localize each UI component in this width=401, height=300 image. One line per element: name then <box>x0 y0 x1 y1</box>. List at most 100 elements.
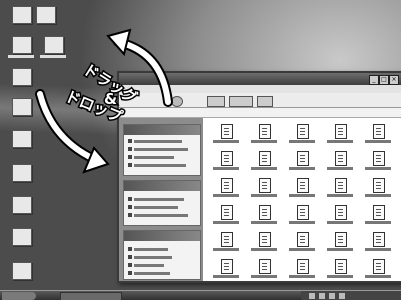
file-item[interactable] <box>287 178 317 206</box>
task-link[interactable] <box>134 148 188 151</box>
toolbar-button[interactable] <box>207 96 225 107</box>
file-item[interactable] <box>287 151 317 179</box>
task-panel-header[interactable] <box>124 231 200 241</box>
document-icon <box>259 232 271 247</box>
desktop-icon[interactable] <box>36 6 56 24</box>
task-icon <box>128 163 132 167</box>
file-item[interactable] <box>211 124 241 152</box>
file-item[interactable] <box>249 205 279 233</box>
close-button[interactable]: × <box>389 75 399 85</box>
tray-icon[interactable] <box>329 293 335 299</box>
desktop-icon[interactable] <box>44 36 64 54</box>
tray-icon[interactable] <box>309 293 315 299</box>
toolbar-button[interactable] <box>229 96 253 107</box>
tray-icon[interactable] <box>319 293 325 299</box>
document-icon <box>221 124 233 139</box>
document-icon <box>221 151 233 166</box>
task-link[interactable] <box>134 214 188 217</box>
file-label <box>251 194 277 197</box>
task-link[interactable] <box>134 198 184 201</box>
task-panel-header[interactable] <box>124 181 200 191</box>
file-item[interactable] <box>211 259 241 281</box>
file-item[interactable] <box>211 232 241 260</box>
task-link[interactable] <box>134 140 182 143</box>
minimize-button[interactable]: _ <box>369 75 379 85</box>
file-item[interactable] <box>363 205 393 233</box>
task-link[interactable] <box>134 256 172 259</box>
file-label <box>365 248 391 251</box>
desktop-icon[interactable] <box>12 228 32 246</box>
task-panel <box>123 180 201 226</box>
file-label <box>213 140 239 143</box>
file-item[interactable] <box>287 259 317 281</box>
file-item[interactable] <box>287 124 317 152</box>
desktop-icon-label <box>8 55 34 58</box>
file-item[interactable] <box>249 124 279 152</box>
desktop-icon[interactable] <box>12 36 32 54</box>
file-item[interactable] <box>211 205 241 233</box>
task-link[interactable] <box>134 264 164 267</box>
window-titlebar[interactable]: _ □ × <box>119 73 401 85</box>
maximize-button[interactable]: □ <box>379 75 389 85</box>
address-bar[interactable] <box>119 108 401 118</box>
document-icon <box>335 151 347 166</box>
explorer-window[interactable]: _ □ × <box>117 71 401 283</box>
file-item[interactable] <box>325 259 355 281</box>
file-item[interactable] <box>325 205 355 233</box>
file-item[interactable] <box>363 178 393 206</box>
desktop-icon[interactable] <box>12 6 32 24</box>
desktop-icon[interactable] <box>12 68 32 86</box>
document-icon <box>373 232 385 247</box>
file-item[interactable] <box>363 151 393 179</box>
document-icon <box>221 232 233 247</box>
tray-icon[interactable] <box>339 293 345 299</box>
file-item[interactable] <box>325 151 355 179</box>
task-icon <box>128 205 132 209</box>
back-button[interactable] <box>171 96 183 107</box>
file-item[interactable] <box>211 178 241 206</box>
file-item[interactable] <box>325 178 355 206</box>
taskbar-window-button[interactable] <box>60 292 122 300</box>
task-link[interactable] <box>134 206 178 209</box>
desktop-icon[interactable] <box>12 164 32 182</box>
desktop-icon[interactable] <box>12 196 32 214</box>
desktop-icon[interactable] <box>12 130 32 148</box>
document-icon <box>297 205 309 220</box>
file-item[interactable] <box>363 259 393 281</box>
task-link[interactable] <box>134 164 186 167</box>
toolbar-button[interactable] <box>257 96 273 107</box>
file-item[interactable] <box>249 232 279 260</box>
document-icon <box>297 178 309 193</box>
task-link[interactable] <box>134 156 174 159</box>
file-item[interactable] <box>249 151 279 179</box>
file-label <box>251 221 277 224</box>
document-icon <box>259 259 271 274</box>
document-icon <box>221 259 233 274</box>
desktop-icon[interactable] <box>12 98 32 116</box>
file-item[interactable] <box>249 178 279 206</box>
file-item[interactable] <box>363 232 393 260</box>
document-icon <box>335 259 347 274</box>
task-icon <box>128 255 132 259</box>
task-link[interactable] <box>134 248 168 251</box>
file-label <box>289 194 315 197</box>
file-item[interactable] <box>325 124 355 152</box>
file-item[interactable] <box>249 259 279 281</box>
file-item[interactable] <box>325 232 355 260</box>
task-icon <box>128 139 132 143</box>
file-label <box>213 248 239 251</box>
menu-bar[interactable] <box>119 85 401 93</box>
file-item[interactable] <box>287 205 317 233</box>
start-button[interactable] <box>2 292 36 300</box>
task-link[interactable] <box>134 272 170 275</box>
file-item[interactable] <box>363 124 393 152</box>
desktop-icon[interactable] <box>12 262 32 280</box>
file-label <box>213 221 239 224</box>
task-panel <box>123 230 201 280</box>
task-panel-header[interactable] <box>124 125 200 135</box>
document-icon <box>373 178 385 193</box>
task-icon <box>128 271 132 275</box>
task-icon <box>128 247 132 251</box>
file-item[interactable] <box>287 232 317 260</box>
file-item[interactable] <box>211 151 241 179</box>
